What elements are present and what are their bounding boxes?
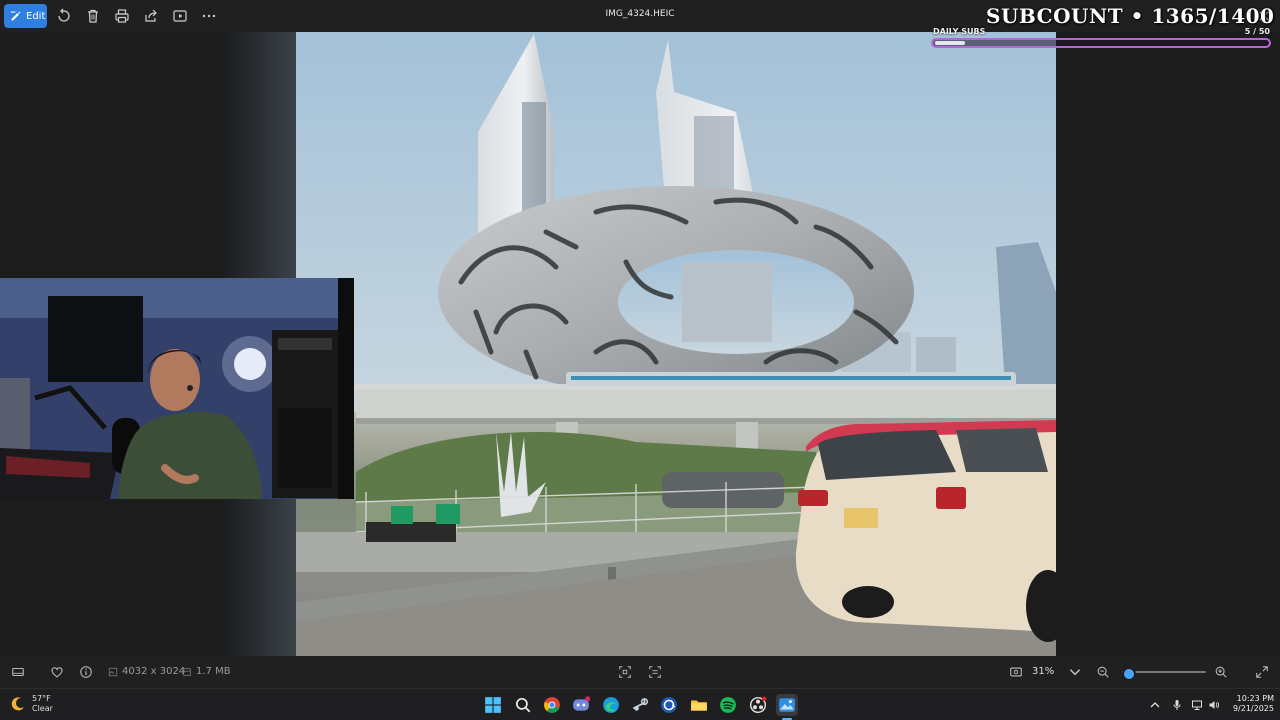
fit-to-window-button[interactable] — [617, 664, 633, 680]
monitor — [48, 296, 143, 382]
clock-date: 9/21/2025 — [1232, 704, 1274, 713]
bottom-info-bar: 4032 x 3024 1.7 MB 31% — [0, 656, 1280, 688]
heart-icon — [51, 667, 63, 678]
windows-start-icon — [485, 697, 501, 713]
microphone-tray[interactable] — [1170, 698, 1184, 712]
webcam-overlay — [0, 278, 354, 499]
share-icon — [145, 9, 157, 22]
taskbar-chrome[interactable] — [541, 694, 563, 716]
edit-button-label: Edit — [26, 10, 46, 22]
taskbar-edge[interactable] — [600, 694, 622, 716]
zoom-out-icon — [1097, 666, 1109, 678]
fit-screen-icon — [619, 666, 631, 678]
taskbar-file-explorer[interactable] — [688, 694, 710, 716]
printer-icon — [115, 9, 129, 23]
chrome-icon — [544, 697, 560, 713]
daily-subs-progress-bar — [931, 38, 1271, 48]
zoom-in-button[interactable] — [1213, 664, 1229, 680]
zoom-slider[interactable] — [1122, 667, 1206, 681]
weather-temperature: 57°F — [32, 694, 51, 703]
rotate-icon — [58, 8, 70, 22]
daily-subs-progress-fill — [935, 41, 965, 45]
search-icon — [515, 697, 531, 713]
edge-icon — [603, 697, 619, 713]
edit-button[interactable]: Edit — [4, 4, 47, 28]
daily-subs-count: 5 / 50 — [1244, 27, 1270, 36]
weather-widget[interactable]: 57°F Clear — [10, 694, 53, 714]
delete-button[interactable] — [81, 4, 105, 28]
chevron-down-icon — [1069, 669, 1081, 676]
print-button[interactable] — [110, 4, 134, 28]
zoom-out-button[interactable] — [1095, 664, 1111, 680]
speaker-icon — [1209, 701, 1220, 709]
rotate-button[interactable] — [52, 4, 76, 28]
webcam-feed — [0, 278, 354, 499]
visual-search-button[interactable] — [647, 664, 663, 680]
info-icon — [80, 666, 92, 678]
slideshow-button[interactable] — [168, 4, 192, 28]
share-button[interactable] — [139, 4, 163, 28]
edit-icon — [10, 11, 21, 21]
more-icon — [202, 14, 216, 18]
discord-icon — [573, 696, 590, 711]
fullscreen-button[interactable] — [1254, 664, 1270, 680]
taskbar-photos[interactable] — [776, 694, 798, 716]
daily-subs-label: DAILY SUBS — [933, 27, 986, 36]
taskbar-steam[interactable] — [629, 694, 651, 716]
image-dimensions-text: 4032 x 3024 — [122, 666, 186, 677]
taskbar-mail[interactable] — [658, 694, 680, 716]
start-button[interactable] — [482, 694, 504, 716]
image-dimensions: 4032 x 3024 — [108, 666, 185, 677]
windows-taskbar: 57°F Clear 10:23 PM 9/21/2025 — [0, 688, 1280, 720]
taskbar-search-button[interactable] — [512, 694, 534, 716]
zoom-level-text[interactable]: 31% — [1032, 666, 1062, 677]
network-tray[interactable] — [1190, 698, 1204, 712]
subcount-goal-text: SUBCOUNT • 1365/1400 — [986, 4, 1275, 28]
moon-icon — [11, 697, 24, 711]
taskbar-discord[interactable] — [570, 694, 592, 716]
expand-icon — [1256, 666, 1268, 678]
file-info-button[interactable] — [78, 664, 94, 680]
show-hidden-icons-button[interactable] — [1148, 698, 1162, 712]
chevron-up-icon — [1150, 702, 1160, 708]
weather-condition: Clear — [32, 704, 53, 713]
filmstrip-button[interactable] — [10, 664, 26, 680]
microphone-icon — [1173, 700, 1181, 710]
network-icon — [1192, 700, 1202, 710]
zoom-in-icon — [1215, 666, 1227, 678]
person-face — [150, 349, 200, 411]
obs-icon — [749, 696, 767, 714]
slideshow-icon — [173, 10, 187, 22]
zoom-dropdown-button[interactable] — [1067, 664, 1083, 680]
file-explorer-icon — [691, 700, 707, 711]
photos-icon — [779, 698, 795, 712]
taxi-plate — [844, 508, 878, 528]
system-clock[interactable]: 10:23 PM 9/21/2025 — [1226, 694, 1274, 714]
actual-size-button[interactable] — [1008, 664, 1024, 680]
dimensions-icon — [108, 667, 118, 676]
photo-viewer-image[interactable] — [296, 32, 1056, 656]
email-icon — [661, 697, 677, 713]
volume-tray[interactable] — [1207, 698, 1221, 712]
spotify-icon — [720, 697, 736, 713]
clock-time: 10:23 PM — [1236, 694, 1274, 703]
file-name-title: IMG_4324.HEIC — [605, 9, 675, 19]
trash-icon — [88, 9, 98, 23]
file-size-text: 1.7 MB — [196, 666, 231, 677]
file-size-icon — [183, 667, 191, 676]
zoom-slider-thumb[interactable] — [1122, 667, 1137, 681]
taskbar-spotify[interactable] — [717, 694, 739, 716]
taskbar-obs[interactable] — [747, 694, 769, 716]
visual-search-icon — [649, 666, 661, 678]
steam-icon — [632, 698, 649, 711]
filmstrip-icon — [12, 667, 24, 677]
viaduct — [356, 390, 1056, 420]
more-options-button[interactable] — [197, 4, 221, 28]
photo-content — [296, 32, 1056, 656]
file-size: 1.7 MB — [182, 666, 231, 677]
favorite-button[interactable] — [49, 664, 65, 680]
actual-size-icon — [1010, 667, 1022, 677]
